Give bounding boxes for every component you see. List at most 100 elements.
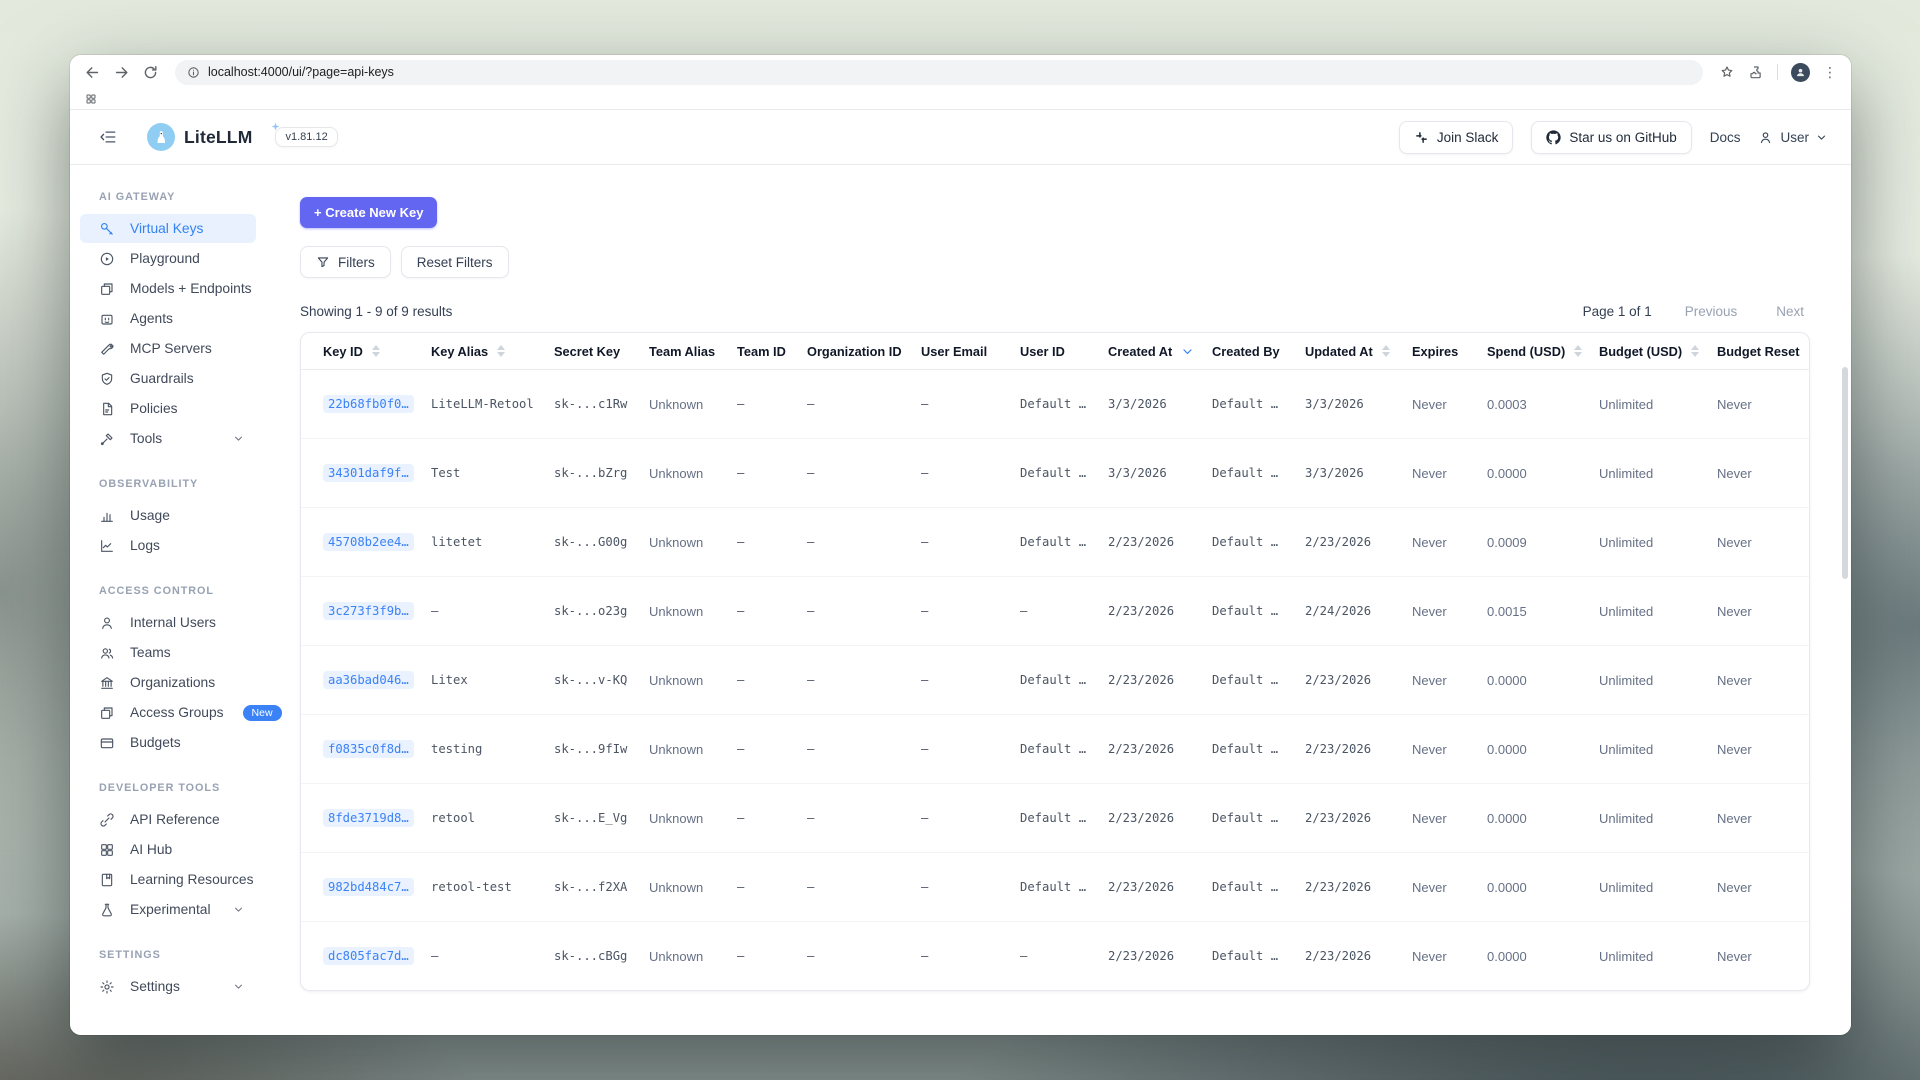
cell-team-alias: Unknown	[649, 922, 737, 991]
site-info-icon[interactable]	[187, 66, 200, 79]
cell-user-id: Default …	[1020, 646, 1108, 715]
sidebar-item-mcp-servers[interactable]: MCP Servers	[80, 334, 256, 363]
cell-budget-usd: Unlimited	[1599, 784, 1717, 853]
filters-button[interactable]: Filters	[300, 246, 391, 278]
cell-created-at: 2/23/2026	[1108, 715, 1212, 784]
sidebar-item-learning-resources[interactable]: Learning Resources	[80, 865, 256, 894]
sidebar-item-ai-hub[interactable]: AI Hub	[80, 835, 256, 864]
cell-team-id: –	[737, 853, 807, 922]
sidebar-collapse-icon[interactable]	[99, 128, 117, 146]
star-github-label: Star us on GitHub	[1569, 130, 1676, 145]
cell-created-by: Default …	[1212, 577, 1305, 646]
keys-table-container: Key IDKey AliasSecret KeyTeam AliasTeam …	[300, 332, 1810, 991]
previous-page-button[interactable]: Previous	[1679, 303, 1744, 320]
sidebar-item-label: Tools	[130, 431, 162, 446]
column-header-budget-usd[interactable]: Budget (USD)	[1599, 333, 1717, 370]
sidebar-item-organizations[interactable]: Organizations	[80, 668, 256, 697]
cell-spend-usd: 0.0009	[1487, 508, 1599, 577]
user-menu[interactable]: User	[1758, 130, 1827, 145]
grid-icon	[99, 842, 115, 858]
sidebar-item-guardrails[interactable]: Guardrails	[80, 364, 256, 393]
litellm-logo	[147, 123, 175, 151]
cell-budget-reset: Never	[1717, 853, 1809, 922]
browser-menu-icon[interactable]: ⋮	[1823, 65, 1837, 79]
table-row: aa36bad046…Litexsk-...v-KQUnknown–––Defa…	[301, 646, 1809, 715]
cell-spend-usd: 0.0003	[1487, 370, 1599, 439]
join-slack-button[interactable]: Join Slack	[1399, 121, 1514, 154]
scrollbar[interactable]	[1842, 367, 1848, 579]
reload-icon[interactable]	[142, 64, 159, 81]
cell-key-alias: litetet	[431, 508, 554, 577]
cell-updated-at: 2/23/2026	[1305, 922, 1412, 991]
sidebar-item-playground[interactable]: Playground	[80, 244, 256, 273]
docs-link[interactable]: Docs	[1710, 130, 1741, 145]
cell-budget-usd: Unlimited	[1599, 439, 1717, 508]
sidebar-item-label: Teams	[130, 645, 171, 660]
cell-team-alias: Unknown	[649, 715, 737, 784]
sort-carets-icon	[1574, 341, 1582, 361]
extensions-icon[interactable]	[1748, 64, 1764, 80]
star-github-button[interactable]: Star us on GitHub	[1531, 121, 1691, 154]
column-header-key-id[interactable]: Key ID	[301, 333, 431, 370]
cell-spend-usd: 0.0000	[1487, 715, 1599, 784]
column-header-user-email: User Email	[921, 333, 1020, 370]
sidebar-item-settings[interactable]: Settings	[80, 972, 256, 1001]
cell-spend-usd: 0.0000	[1487, 922, 1599, 991]
column-header-updated-at[interactable]: Updated At	[1305, 333, 1412, 370]
sidebar-item-virtual-keys[interactable]: Virtual Keys	[80, 214, 256, 243]
cell-key-alias: retool-test	[431, 853, 554, 922]
key-id-link[interactable]: 34301daf9f…	[323, 464, 414, 482]
create-new-key-button[interactable]: + Create New Key	[300, 197, 437, 228]
sidebar-item-usage[interactable]: Usage	[80, 501, 256, 530]
address-bar[interactable]: localhost:4000/ui/?page=api-keys	[175, 60, 1703, 85]
column-label: Organization ID	[807, 344, 902, 359]
back-arrow-icon[interactable]	[84, 64, 101, 81]
forward-arrow-icon[interactable]	[113, 64, 130, 81]
cell-created-by: Default …	[1212, 784, 1305, 853]
cell-secret-key: sk-...o23g	[554, 577, 649, 646]
sidebar-item-access-groups[interactable]: Access GroupsNew	[80, 698, 256, 727]
cell-organization-id: –	[807, 922, 921, 991]
key-id-link[interactable]: aa36bad046…	[323, 671, 414, 689]
cell-organization-id: –	[807, 784, 921, 853]
version-badge: v1.81.12	[275, 127, 337, 147]
cell-key-id: 3c273f3f9b…	[301, 577, 431, 646]
key-id-link[interactable]: 3c273f3f9b…	[323, 602, 414, 620]
sidebar-item-api-reference[interactable]: API Reference	[80, 805, 256, 834]
key-id-link[interactable]: 22b68fb0f0…	[323, 395, 414, 413]
cell-expires: Never	[1412, 715, 1487, 784]
reset-filters-button[interactable]: Reset Filters	[401, 246, 509, 278]
sidebar-item-internal-users[interactable]: Internal Users	[80, 608, 256, 637]
sidebar-item-label: Virtual Keys	[130, 221, 203, 236]
bookmark-star-icon[interactable]	[1719, 64, 1735, 80]
column-label: Created At	[1108, 344, 1172, 359]
key-id-link[interactable]: 8fde3719d8…	[323, 809, 414, 827]
key-id-link[interactable]: f0835c0f8d…	[323, 740, 414, 758]
sidebar-item-label: AI Hub	[130, 842, 172, 857]
key-id-link[interactable]: dc805fac7d…	[323, 947, 414, 965]
user-icon	[99, 615, 115, 631]
column-header-spend-usd[interactable]: Spend (USD)	[1487, 333, 1599, 370]
cell-budget-usd: Unlimited	[1599, 922, 1717, 991]
sort-carets-icon	[1382, 341, 1390, 361]
column-header-created-at[interactable]: Created At	[1108, 333, 1212, 370]
key-id-link[interactable]: 982bd484c7…	[323, 878, 414, 896]
cell-budget-reset: Never	[1717, 784, 1809, 853]
table-row: 45708b2ee4…litetetsk-...G00gUnknown–––De…	[301, 508, 1809, 577]
sidebar-item-experimental[interactable]: Experimental	[80, 895, 256, 924]
sidebar-item-budgets[interactable]: Budgets	[80, 728, 256, 757]
sidebar-item-agents[interactable]: Agents	[80, 304, 256, 333]
sidebar-item-policies[interactable]: Policies	[80, 394, 256, 423]
browser-profile-avatar[interactable]	[1791, 63, 1810, 82]
sidebar-item-teams[interactable]: Teams	[80, 638, 256, 667]
sidebar-item-tools[interactable]: Tools	[80, 424, 256, 453]
cell-created-at: 2/23/2026	[1108, 577, 1212, 646]
apps-grid-icon[interactable]	[85, 93, 97, 105]
sidebar-item-logs[interactable]: Logs	[80, 531, 256, 560]
cell-budget-usd: Unlimited	[1599, 646, 1717, 715]
sidebar-item-models-endpoints[interactable]: Models + Endpoints	[80, 274, 256, 303]
next-page-button[interactable]: Next	[1770, 303, 1810, 320]
key-id-link[interactable]: 45708b2ee4…	[323, 533, 414, 551]
column-header-key-alias[interactable]: Key Alias	[431, 333, 554, 370]
column-label: User Email	[921, 344, 987, 359]
